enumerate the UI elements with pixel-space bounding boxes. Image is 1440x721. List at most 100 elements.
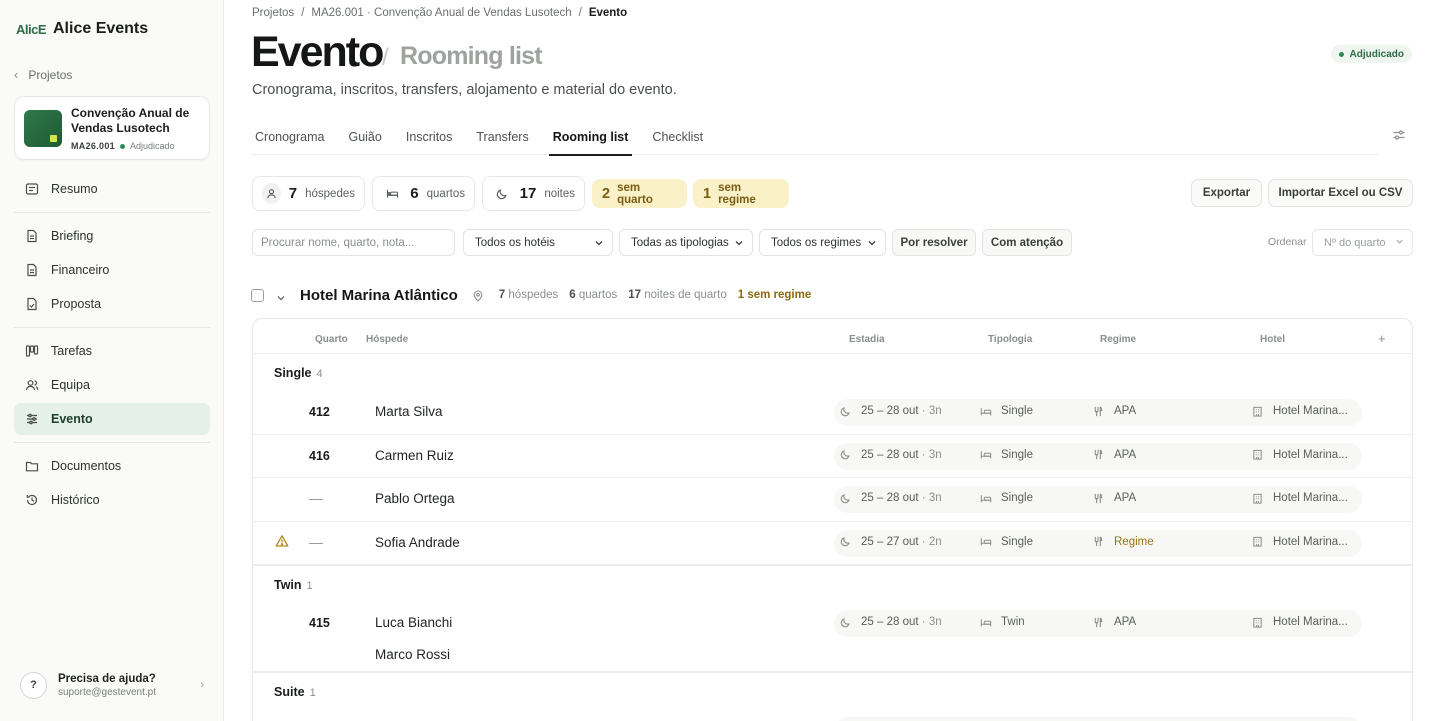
stay-cell[interactable]: 25 – 28 out · 3n [840, 405, 942, 417]
stay-cell[interactable]: 25 – 28 out · 3n [840, 616, 942, 628]
group-header-twin[interactable]: Twin 1 [253, 565, 1412, 602]
table-row[interactable]: 412 Marta Silva 25 – 28 out · 3n Single APA H… [253, 391, 1412, 435]
project-title: Convenção Anual de Vendas Lusotech [71, 106, 190, 135]
table-row[interactable]: 801João Ferreira25 – 28 out · 3nSuiteAPA… [253, 709, 1412, 721]
hotel-cell[interactable]: Hotel Marina... [1252, 405, 1348, 417]
stay-cell[interactable]: 25 – 28 out · 3n [840, 449, 942, 461]
group-name-label: Suite [274, 685, 305, 699]
type-filter-select[interactable]: Todas as tipologias [619, 229, 753, 256]
type-cell[interactable]: Single [980, 536, 1033, 548]
type-cell[interactable]: Single [980, 449, 1033, 461]
board-cell[interactable]: APA [1093, 405, 1136, 417]
hotel-cell[interactable]: Hotel Marina... [1252, 536, 1348, 548]
hotel-filter-select[interactable]: Todos os hotéis [463, 229, 613, 256]
col-type[interactable]: Tipologia [988, 334, 1032, 345]
sidebar-item-label: Proposta [51, 297, 102, 311]
guest-name[interactable]: Carmen Ruiz [375, 448, 454, 463]
sidebar-item-evento[interactable]: Evento [14, 403, 210, 435]
col-board[interactable]: Regime [1100, 334, 1136, 345]
hotel-select-checkbox[interactable] [251, 288, 264, 302]
group-header-single[interactable]: Single 4 [253, 354, 1412, 391]
sidebar-item-label: Documentos [51, 459, 122, 473]
stat-no-room[interactable]: 2 sem quarto [592, 179, 687, 208]
tab-transfers[interactable]: Transfers [472, 118, 532, 155]
help-box[interactable]: ? Precisa de ajuda? suporte@gestevent.pt… [20, 671, 210, 699]
hotel-cell[interactable]: Hotel Marina... [1252, 492, 1348, 504]
import-button[interactable]: Importar Excel ou CSV [1268, 179, 1413, 207]
sidebar-item-briefing[interactable]: Briefing [14, 220, 210, 252]
board-cell[interactable]: Regime [1093, 536, 1154, 548]
sort-select[interactable]: Nº do quarto [1312, 229, 1413, 256]
export-button[interactable]: Exportar [1191, 179, 1262, 207]
tab-inscritos[interactable]: Inscritos [402, 118, 457, 155]
sidebar-item-tarefas[interactable]: Tarefas [14, 335, 210, 367]
hotel-cell[interactable]: Hotel Marina... [1252, 449, 1348, 461]
table-row[interactable]: 415 Luca Bianchi Marco Rossi 25 – 28 out · … [253, 602, 1412, 672]
room-number[interactable]: 412 [309, 405, 330, 419]
add-column-button[interactable]: + [1378, 331, 1386, 346]
guest-name[interactable]: Pablo Ortega [375, 491, 455, 506]
tab-guiao[interactable]: Guião [344, 118, 385, 155]
bed-icon [980, 536, 992, 547]
warning-triangle-icon[interactable] [275, 534, 289, 548]
sidebar-item-documentos[interactable]: Documentos [14, 450, 210, 482]
group-name-label: Single [274, 366, 312, 380]
type-cell[interactable]: Twin [980, 616, 1025, 628]
sidebar-item-proposta[interactable]: Proposta [14, 288, 210, 320]
board-value: APA [1114, 492, 1137, 504]
stat-guests: 7 hóspedes [252, 176, 365, 211]
col-room[interactable]: Quarto [315, 334, 348, 345]
stay-nights: 3n [928, 448, 942, 461]
breadcrumb-project[interactable]: MA26.001 · Convenção Anual de Vendas Lus… [311, 7, 571, 19]
stay-cell[interactable]: 25 – 27 out · 2n [840, 536, 942, 548]
type-cell[interactable]: Single [980, 492, 1033, 504]
table-row[interactable]: –– Sofia Andrade 25 – 27 out · 2n Single Reg… [253, 522, 1412, 565]
room-number[interactable]: 416 [309, 449, 330, 463]
guest-name[interactable]: Luca Bianchi [375, 615, 452, 630]
chevron-down-icon[interactable] [276, 290, 286, 301]
room-number[interactable]: –– [309, 536, 323, 550]
stay-nights: 2n [928, 535, 942, 548]
attention-filter-button[interactable]: Com atenção [982, 229, 1072, 256]
col-hotel[interactable]: Hotel [1260, 334, 1285, 345]
col-stay[interactable]: Estadia [849, 334, 885, 345]
guest-name[interactable]: Sofia Andrade [375, 535, 460, 550]
col-guest[interactable]: Hóspede [366, 334, 408, 345]
table-row[interactable]: 416 Carmen Ruiz 25 – 28 out · 3n Single APA H… [253, 435, 1412, 478]
hotel-no-board-warning[interactable]: 1 sem regime [738, 289, 812, 301]
tab-rooming-list[interactable]: Rooming list [548, 118, 633, 156]
fork-knife-icon [1093, 449, 1104, 460]
building-icon [1252, 536, 1263, 547]
moon-icon [840, 406, 851, 417]
breadcrumb-projects[interactable]: Projetos [252, 7, 294, 19]
board-cell[interactable]: APA [1093, 492, 1136, 504]
guest-name[interactable]: Marco Rossi [375, 647, 450, 662]
settings-sliders-icon[interactable] [1392, 128, 1406, 142]
type-cell[interactable]: Single [980, 405, 1033, 417]
sidebar-item-equipa[interactable]: Equipa [14, 369, 210, 401]
tab-checklist[interactable]: Checklist [648, 118, 707, 155]
stay-cell[interactable]: 25 – 28 out · 3n [840, 492, 942, 504]
project-card[interactable]: Convenção Anual de Vendas Lusotech MA26.… [14, 96, 210, 160]
sidebar-item-financeiro[interactable]: Financeiro [14, 254, 210, 286]
group-header-suite[interactable]: Suite 1 [253, 672, 1412, 709]
search-input[interactable] [252, 229, 455, 256]
sidebar-item-resumo[interactable]: Resumo [14, 173, 210, 205]
board-cell[interactable]: APA [1093, 449, 1136, 461]
room-number[interactable]: –– [309, 492, 323, 506]
tab-cronograma[interactable]: Cronograma [251, 118, 328, 155]
hotel-guests-label: hóspedes [508, 289, 559, 301]
back-to-projects-link[interactable]: ‹ Projetos [14, 67, 72, 82]
hotel-cell[interactable]: Hotel Marina... [1252, 616, 1348, 628]
table-row[interactable]: –– Pablo Ortega 25 – 28 out · 3n Single APA H… [253, 478, 1412, 522]
chevron-down-icon [867, 238, 877, 248]
unresolved-filter-button[interactable]: Por resolver [892, 229, 976, 256]
room-number[interactable]: 415 [309, 616, 330, 630]
sidebar-item-historico[interactable]: Histórico [14, 484, 210, 516]
stat-no-board[interactable]: 1 sem regime [693, 179, 789, 208]
board-cell[interactable]: APA [1093, 616, 1136, 628]
board-filter-select[interactable]: Todos os regimes [759, 229, 886, 256]
brand[interactable]: AlicE Alice Events [16, 20, 148, 38]
guest-name[interactable]: Marta Silva [375, 404, 443, 419]
map-pin-icon[interactable] [472, 289, 484, 302]
